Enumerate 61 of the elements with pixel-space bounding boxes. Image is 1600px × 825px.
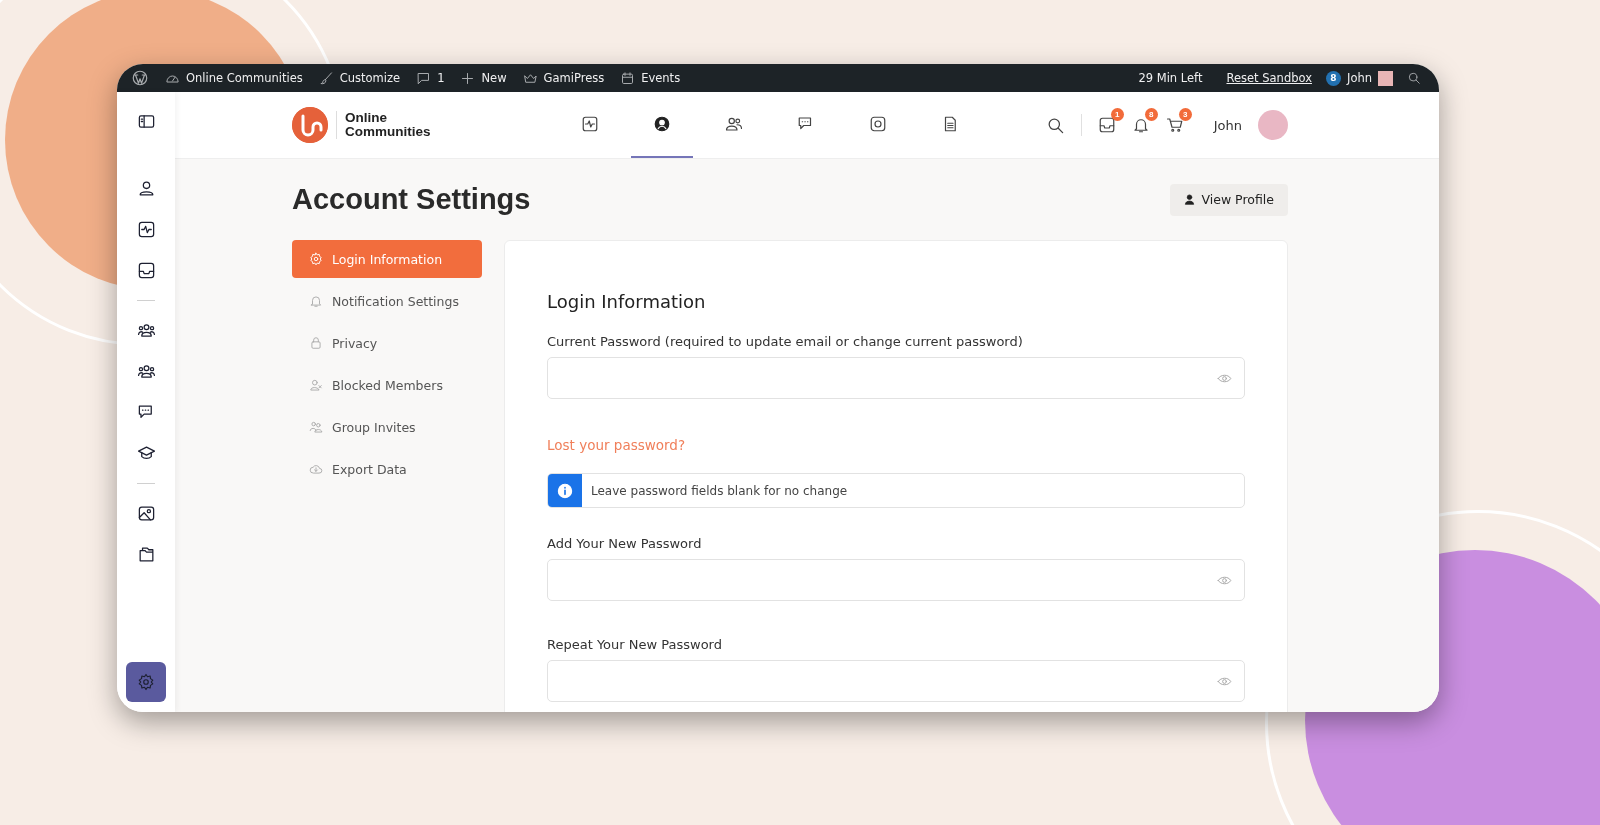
admin-bar-link[interactable]: New (452, 70, 515, 86)
count-badge: 8 (1326, 70, 1341, 86)
logo-icon[interactable] (292, 107, 328, 143)
gear-icon (137, 673, 155, 691)
sidebar-toggle-icon[interactable] (136, 112, 156, 131)
plus-icon (460, 70, 476, 86)
inbox-icon[interactable] (136, 261, 156, 280)
count-badge: 3 (1178, 108, 1192, 121)
comment-icon (416, 70, 432, 86)
admin-bar-link[interactable]: Online Communities (157, 70, 311, 86)
settings-menu-item[interactable]: Privacy (292, 324, 482, 362)
photo-icon[interactable] (136, 504, 156, 523)
brush-icon (318, 70, 334, 86)
info-icon (557, 482, 573, 499)
site-name[interactable]: Online Communities (345, 111, 431, 139)
admin-bar-link[interactable]: Events (612, 70, 689, 86)
admin-bar-link[interactable]: Customize (310, 70, 409, 86)
gear-icon (309, 252, 323, 266)
page-title: Account Settings (292, 183, 531, 216)
wordpress-logo-icon[interactable] (131, 69, 149, 87)
count-badge: 1 (1110, 108, 1124, 121)
group-icon[interactable] (136, 362, 156, 381)
reset-sandbox-link[interactable]: Reset Sandbox (1218, 71, 1320, 85)
group-invite-icon (309, 420, 323, 434)
password-field[interactable] (547, 660, 1245, 702)
settings-button[interactable] (126, 662, 166, 702)
activity-icon[interactable] (136, 220, 156, 239)
profile-icon (652, 115, 671, 133)
activity-icon (580, 115, 599, 133)
timer-text: 29 Min Left (1138, 71, 1203, 85)
password-field[interactable] (547, 357, 1245, 399)
bell-icon (309, 294, 323, 308)
notice-text: Leave password fields blank for no change (591, 483, 848, 498)
field-label: Repeat Your New Password (547, 637, 723, 652)
admin-bar-link[interactable]: 1 (408, 70, 453, 86)
cloud-download-icon (309, 462, 323, 476)
person-icon (1184, 194, 1196, 205)
count-badge: 8 (1144, 108, 1158, 121)
lock-icon (309, 336, 323, 350)
blocked-user-icon (309, 378, 323, 392)
settings-menu-item[interactable]: Export Data (292, 450, 482, 488)
search-icon[interactable] (1407, 71, 1421, 85)
cart-icon (1165, 116, 1184, 134)
view-profile-button[interactable]: View Profile (1170, 183, 1288, 216)
avatar-thumbnail (1378, 70, 1393, 86)
password-field[interactable] (547, 559, 1245, 601)
field-label: Add Your New Password (547, 536, 703, 551)
bell-icon (1131, 116, 1150, 134)
field-label: Current Password (required to update email or change current password) (547, 334, 1024, 349)
inbox-icon (1097, 116, 1116, 134)
group-icon[interactable] (136, 321, 156, 340)
settings-menu-item[interactable]: Notification Settings (292, 282, 482, 320)
user-name[interactable]: John (1213, 117, 1242, 133)
calendar-icon (620, 70, 636, 86)
settings-menu-item[interactable]: Blocked Members (292, 366, 482, 404)
admin-bar-link[interactable]: GamiPress (514, 70, 613, 86)
settings-menu-item[interactable]: Group Invites (292, 408, 482, 446)
user-name[interactable]: John (1347, 71, 1372, 85)
members-icon (724, 115, 743, 133)
section-heading: Login Information (547, 291, 707, 312)
media-icon (868, 115, 887, 133)
